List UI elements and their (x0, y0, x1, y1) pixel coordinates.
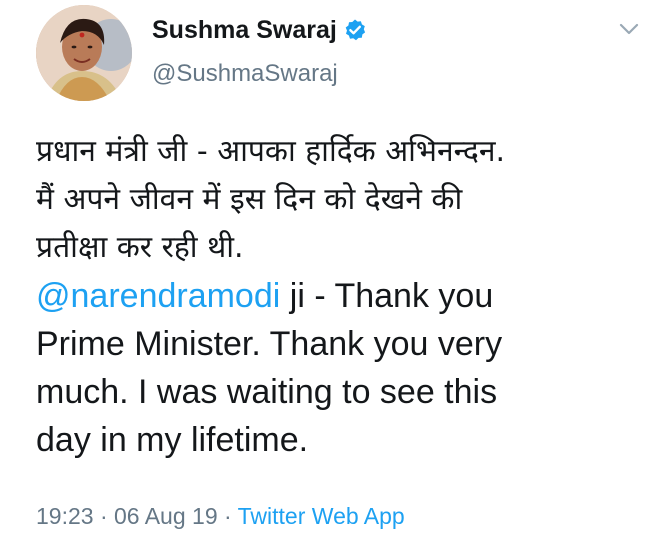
tweet-card: Sushma Swaraj @SushmaSwaraj प्रधान मंत्र… (0, 0, 654, 546)
tweet-source-link[interactable]: Twitter Web App (238, 503, 405, 529)
tweet-time[interactable]: 19:23 (36, 503, 94, 529)
chevron-down-icon[interactable] (618, 18, 640, 40)
tweet-english-line: Prime Minister. Thank you very (36, 325, 503, 363)
tweet-english-line: @narendramodi ji - Thank you (36, 272, 636, 320)
display-name[interactable]: Sushma Swaraj (152, 16, 337, 45)
user-handle[interactable]: @SushmaSwaraj (152, 60, 338, 88)
tweet-hindi-line: मैं अपने जीवन में इस दिन को देखने की (36, 182, 463, 217)
tweet-english-line: much. I was waiting to see this (36, 373, 498, 411)
meta-separator: · (93, 503, 115, 529)
avatar[interactable] (36, 5, 132, 101)
user-name-row: Sushma Swaraj (152, 12, 367, 48)
tweet-english-line: day in my lifetime. (36, 421, 309, 459)
verified-badge-icon (345, 19, 365, 41)
tweet-meta: 19:23 · 06 Aug 19 · Twitter Web App (36, 503, 405, 530)
mention-link[interactable]: @narendramodi (36, 277, 280, 315)
avatar-photo (36, 5, 132, 101)
meta-separator: · (217, 503, 238, 529)
tweet-english-text: ji - Thank you (280, 277, 494, 315)
tweet-text: प्रधान मंत्री जी - आपका हार्दिक अभिनन्दन… (36, 128, 636, 464)
tweet-hindi-line: प्रधान मंत्री जी - आपका हार्दिक अभिनन्दन… (36, 134, 506, 169)
tweet-hindi-line: प्रतीक्षा कर रही थी. (36, 230, 244, 265)
tweet-date[interactable]: 06 Aug 19 (114, 503, 218, 529)
